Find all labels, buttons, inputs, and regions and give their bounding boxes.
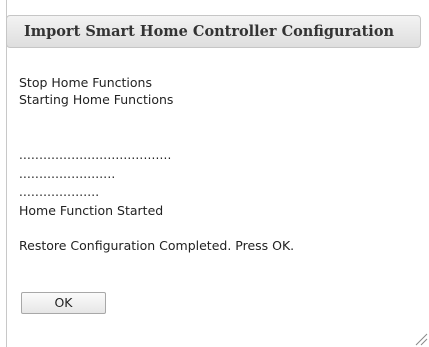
status-line-starting: Starting Home Functions <box>19 92 174 107</box>
progress-dots-2: ........................ <box>19 167 116 181</box>
dialog-title-bar: Import Smart Home Controller Configurati… <box>6 15 421 48</box>
ok-button[interactable]: OK <box>21 292 106 314</box>
status-line-stop: Stop Home Functions <box>19 75 152 90</box>
progress-dots-1: ...................................... <box>19 148 172 162</box>
status-line-started: Home Function Started <box>19 203 164 218</box>
status-line-completed: Restore Configuration Completed. Press O… <box>19 238 295 253</box>
resize-grip-icon[interactable] <box>414 332 428 346</box>
dialog-title: Import Smart Home Controller Configurati… <box>24 23 395 40</box>
progress-dots-3: .................... <box>19 185 100 199</box>
